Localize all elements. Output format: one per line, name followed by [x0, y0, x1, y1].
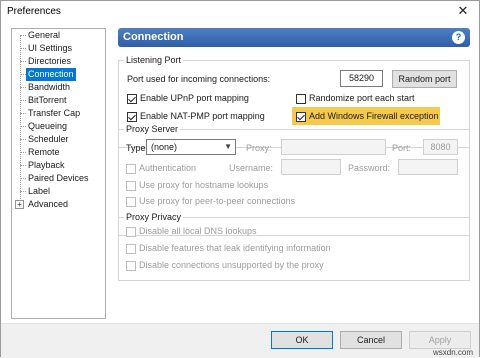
p2p-proxy-checkbox[interactable] [126, 197, 136, 207]
proxy-port-label: Port: [392, 143, 412, 153]
natpmp-label: Enable NAT-PMP port mapping [140, 111, 265, 121]
window-title: Preferences [7, 6, 61, 17]
ok-button[interactable]: OK [271, 331, 333, 349]
tree-item-bittorrent[interactable]: BitTorrent [26, 94, 69, 107]
expand-icon[interactable]: + [15, 200, 24, 209]
tree-item-playback[interactable]: Playback [26, 159, 67, 172]
category-tree[interactable]: General UI Settings Directories Connecti… [11, 28, 106, 319]
proxy-host-label: Proxy: [246, 143, 272, 153]
proxy-privacy-group-label: Proxy Privacy [124, 212, 184, 222]
tree-item-connection[interactable]: Connection [26, 68, 76, 81]
panel-header: Connection ? [118, 28, 470, 47]
tree-item-ui-settings[interactable]: UI Settings [26, 42, 74, 55]
dialog-footer: OK Cancel Apply wsxdn.com [1, 324, 479, 358]
connection-panel: Connection ? Listening Port Port used fo… [118, 28, 470, 319]
cancel-button[interactable]: Cancel [340, 331, 402, 349]
tree-item-paired-devices[interactable]: Paired Devices [26, 172, 91, 185]
proxy-type-label: Type: [126, 143, 149, 153]
upnp-label: Enable UPnP port mapping [140, 93, 249, 103]
authentication-label: Authentication [139, 163, 197, 173]
leak-features-checkbox[interactable] [126, 244, 136, 254]
tree-item-advanced[interactable]: Advanced [26, 198, 70, 211]
hostname-lookups-checkbox[interactable] [126, 181, 136, 191]
random-port-button[interactable]: Random port [392, 70, 457, 88]
firewall-label: Add Windows Firewall exception [309, 111, 439, 121]
upnp-checkbox[interactable] [127, 94, 137, 104]
proxy-server-group-label: Proxy Server [124, 124, 181, 134]
chevron-down-icon: ▼ [224, 142, 232, 151]
proxy-host-input[interactable] [281, 139, 386, 155]
port-label: Port used for incoming connections: [127, 74, 271, 84]
password-input[interactable] [398, 159, 458, 175]
tree-item-directories[interactable]: Directories [26, 55, 73, 68]
preferences-window: Preferences ✕ General UI Settings Direct… [0, 0, 480, 358]
randomize-port-checkbox[interactable] [296, 94, 306, 104]
tree-item-general[interactable]: General [26, 29, 62, 42]
password-label: Password: [348, 163, 391, 173]
title-bar: Preferences ✕ [1, 1, 479, 23]
unsupported-connections-label: Disable connections unsupported by the p… [139, 260, 324, 270]
p2p-proxy-label: Use proxy for peer-to-peer connections [139, 196, 296, 206]
leak-features-label: Disable features that leak identifying i… [139, 243, 331, 253]
natpmp-checkbox[interactable] [127, 112, 137, 122]
apply-button[interactable]: Apply [409, 331, 471, 349]
port-input[interactable]: 58290 [340, 70, 383, 87]
panel-title: Connection [123, 31, 184, 43]
unsupported-connections-checkbox[interactable] [126, 261, 136, 271]
hostname-lookups-label: Use proxy for hostname lookups [139, 180, 269, 190]
dns-lookups-checkbox[interactable] [126, 227, 136, 237]
tree-item-bandwidth[interactable]: Bandwidth [26, 81, 72, 94]
help-icon[interactable]: ? [452, 31, 465, 44]
tree-item-label[interactable]: Label [26, 185, 52, 198]
proxy-type-select[interactable]: (none) ▼ [146, 139, 236, 155]
tree-item-remote[interactable]: Remote [26, 146, 62, 159]
proxy-port-input[interactable]: 8080 [423, 139, 458, 155]
tree-item-scheduler[interactable]: Scheduler [26, 133, 71, 146]
tree-item-queueing[interactable]: Queueing [26, 120, 69, 133]
firewall-checkbox[interactable] [296, 112, 306, 122]
proxy-type-value: (none) [151, 142, 178, 152]
authentication-checkbox[interactable] [126, 164, 136, 174]
randomize-port-label: Randomize port each start [309, 93, 415, 103]
username-input[interactable] [281, 159, 341, 175]
listening-port-group-label: Listening Port [124, 55, 184, 65]
watermark: wsxdn.com [432, 348, 473, 357]
username-label: Username: [229, 163, 274, 173]
dns-lookups-label: Disable all local DNS lookups [139, 226, 257, 236]
tree-item-transfer-cap[interactable]: Transfer Cap [26, 107, 82, 120]
close-button[interactable]: ✕ [449, 1, 477, 21]
proxy-privacy-group: Proxy Privacy Disable all local DNS look… [118, 212, 470, 281]
